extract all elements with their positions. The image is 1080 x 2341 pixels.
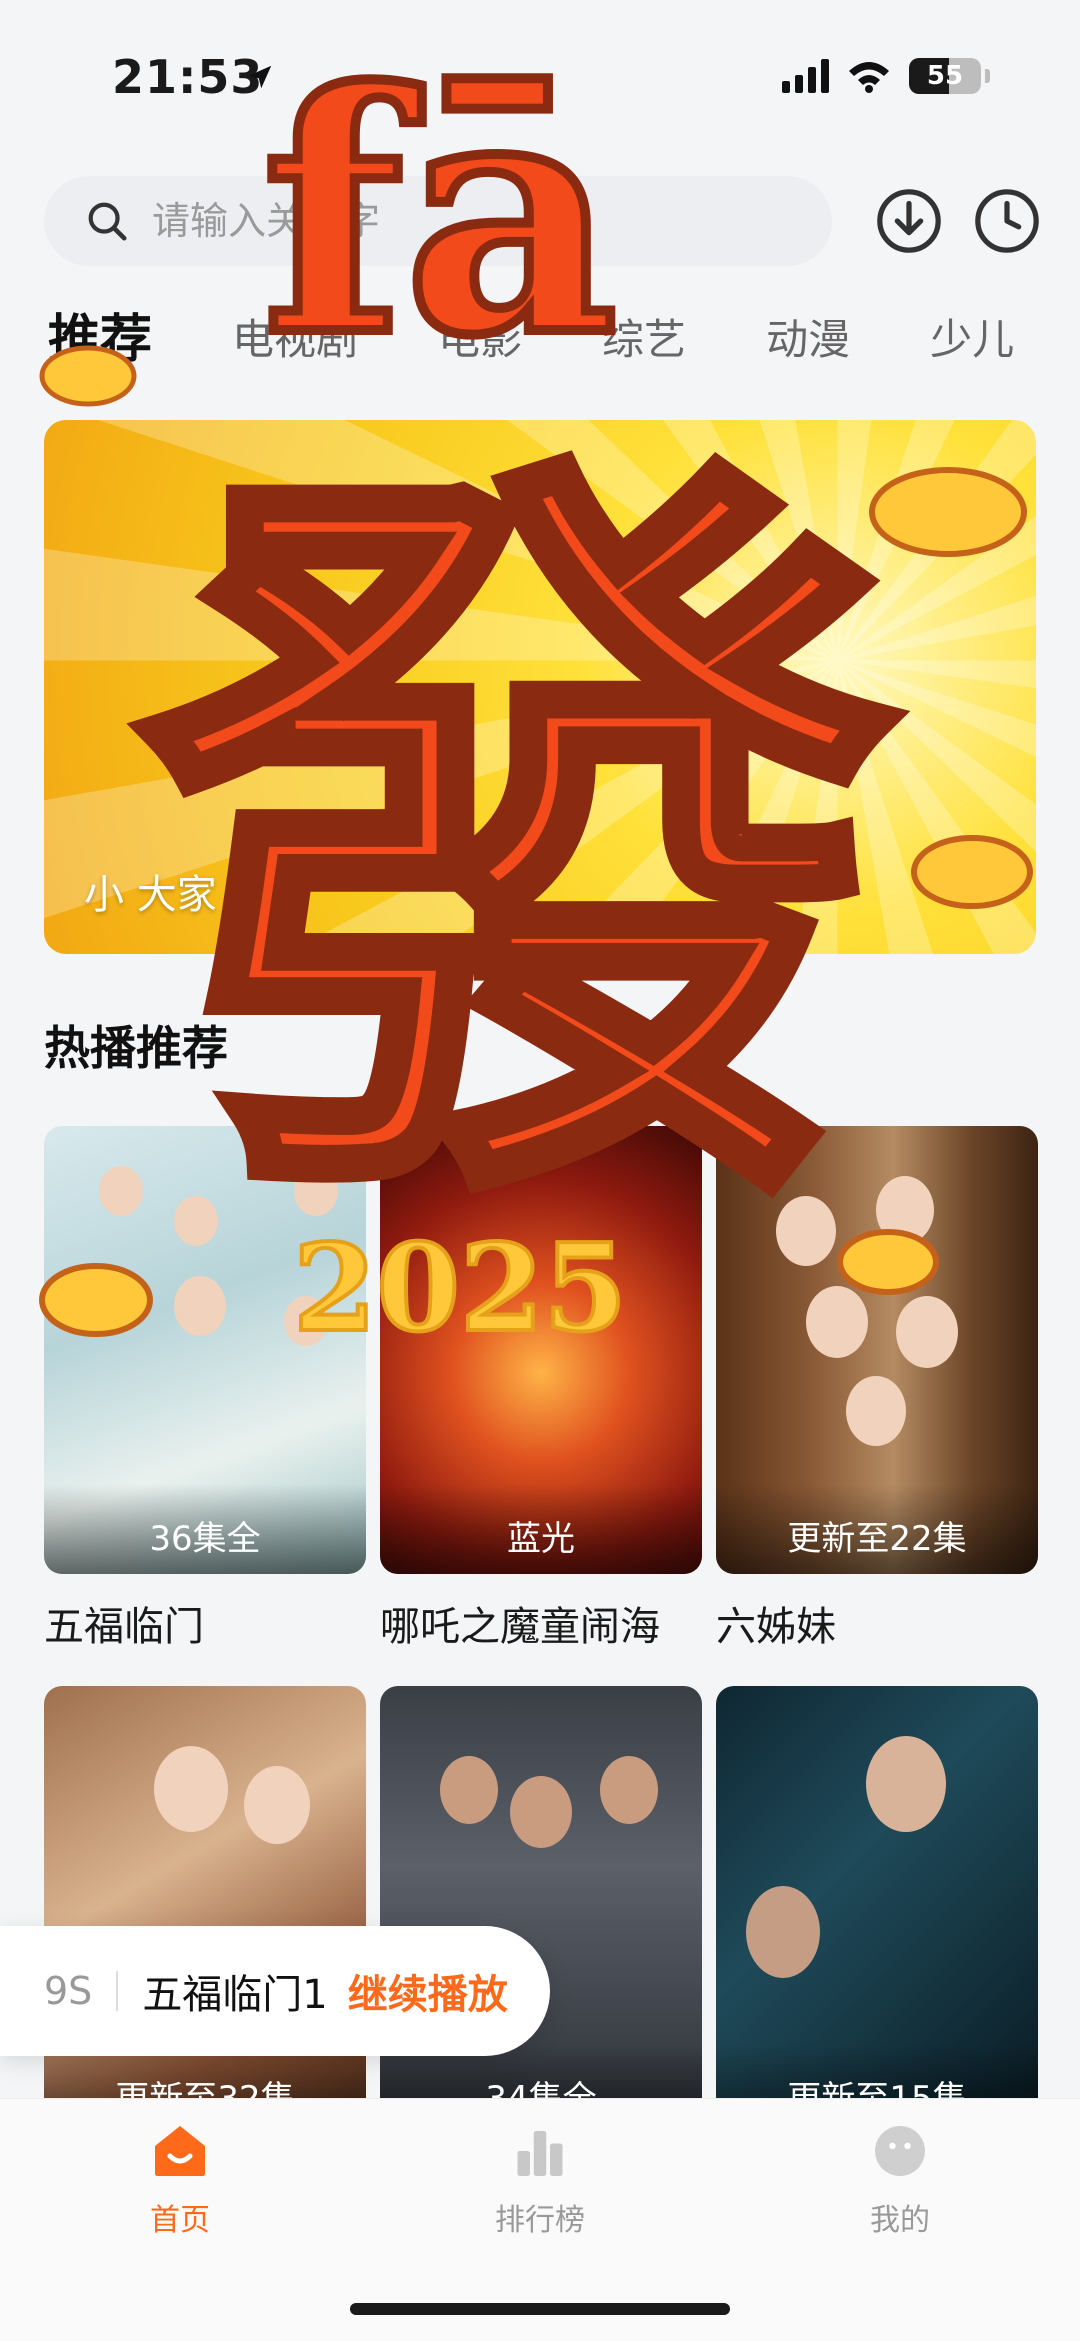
episode-badge: 更新至22集 bbox=[716, 1484, 1038, 1574]
battery-level-text: 55 bbox=[926, 61, 964, 91]
continue-watching-bar[interactable]: 9S 五福临门1 继续播放 bbox=[0, 1926, 550, 2056]
card-title: 五福临门 bbox=[44, 1604, 204, 1650]
download-icon[interactable] bbox=[874, 186, 944, 256]
poster-image: 更新至15集 bbox=[716, 1686, 1038, 2134]
nav-home[interactable]: 首页 bbox=[80, 2121, 280, 2239]
nav-label: 我的 bbox=[870, 2203, 930, 2238]
episode-badge: 36集全 bbox=[44, 1484, 366, 1574]
chart-icon bbox=[517, 2131, 563, 2176]
status-icons: 55 bbox=[782, 58, 990, 94]
card-title: 哪吒之魔童闹海 bbox=[380, 1604, 660, 1650]
video-card[interactable]: 更新至32集 bbox=[44, 1686, 366, 2134]
status-time: 21:53 bbox=[112, 50, 264, 104]
poster-image: 蓝光 bbox=[380, 1126, 702, 1574]
location-arrow-icon bbox=[248, 65, 272, 89]
tab-movies[interactable]: 电影 bbox=[438, 300, 602, 380]
video-card[interactable]: 36集全 五福临门 bbox=[44, 1126, 366, 1652]
status-bar: 21:53 55 bbox=[0, 0, 1080, 150]
wifi-icon bbox=[849, 62, 889, 93]
featured-banner[interactable]: 小 大家 bbox=[44, 420, 1036, 954]
resume-title: 五福临门1 bbox=[142, 1972, 328, 2018]
resume-time: 9S bbox=[44, 1969, 93, 2013]
video-card[interactable]: 34集全 bbox=[380, 1686, 702, 2134]
search-bar[interactable] bbox=[44, 176, 832, 266]
video-card[interactable]: 更新至15集 bbox=[716, 1686, 1038, 2134]
video-card[interactable]: 更新至22集 六姊妹 bbox=[716, 1126, 1038, 1652]
tab-tv-series[interactable]: 电视剧 bbox=[232, 300, 438, 380]
tab-anime[interactable]: 动漫 bbox=[766, 300, 930, 380]
nav-label: 首页 bbox=[150, 2203, 210, 2238]
tab-kids[interactable]: 少儿 bbox=[930, 300, 1080, 380]
home-icon bbox=[155, 2126, 205, 2176]
category-tabs: 推荐 电视剧 电影 综艺 动漫 少儿 bbox=[48, 300, 1080, 380]
poster-image: 36集全 bbox=[44, 1126, 366, 1574]
poster-image: 34集全 bbox=[380, 1686, 702, 2134]
home-indicator[interactable] bbox=[350, 2303, 730, 2315]
divider bbox=[116, 1971, 119, 2011]
quality-badge: 蓝光 bbox=[380, 1484, 702, 1574]
nav-ranking[interactable]: 排行榜 bbox=[440, 2121, 640, 2239]
banner-caption: 小 大家 bbox=[84, 872, 217, 918]
tab-recommend[interactable]: 推荐 bbox=[48, 300, 232, 380]
card-title: 六姊妹 bbox=[716, 1604, 836, 1650]
poster-image: 更新至22集 bbox=[716, 1126, 1038, 1574]
poster-image: 更新至32集 bbox=[44, 1686, 366, 2134]
tab-variety[interactable]: 综艺 bbox=[602, 300, 766, 380]
continue-play-button[interactable]: 继续播放 bbox=[348, 1962, 508, 2020]
signal-icon bbox=[782, 59, 829, 93]
section-title: 热播推荐 bbox=[44, 1021, 228, 1075]
video-card[interactable]: 蓝光 哪吒之魔童闹海 bbox=[380, 1126, 702, 1652]
battery-icon: 55 bbox=[909, 58, 981, 94]
search-icon bbox=[88, 202, 127, 241]
profile-icon bbox=[875, 2126, 925, 2176]
search-input[interactable] bbox=[152, 199, 752, 243]
history-icon[interactable] bbox=[972, 186, 1042, 256]
nav-label: 排行榜 bbox=[495, 2203, 585, 2238]
nav-profile[interactable]: 我的 bbox=[800, 2121, 1000, 2239]
